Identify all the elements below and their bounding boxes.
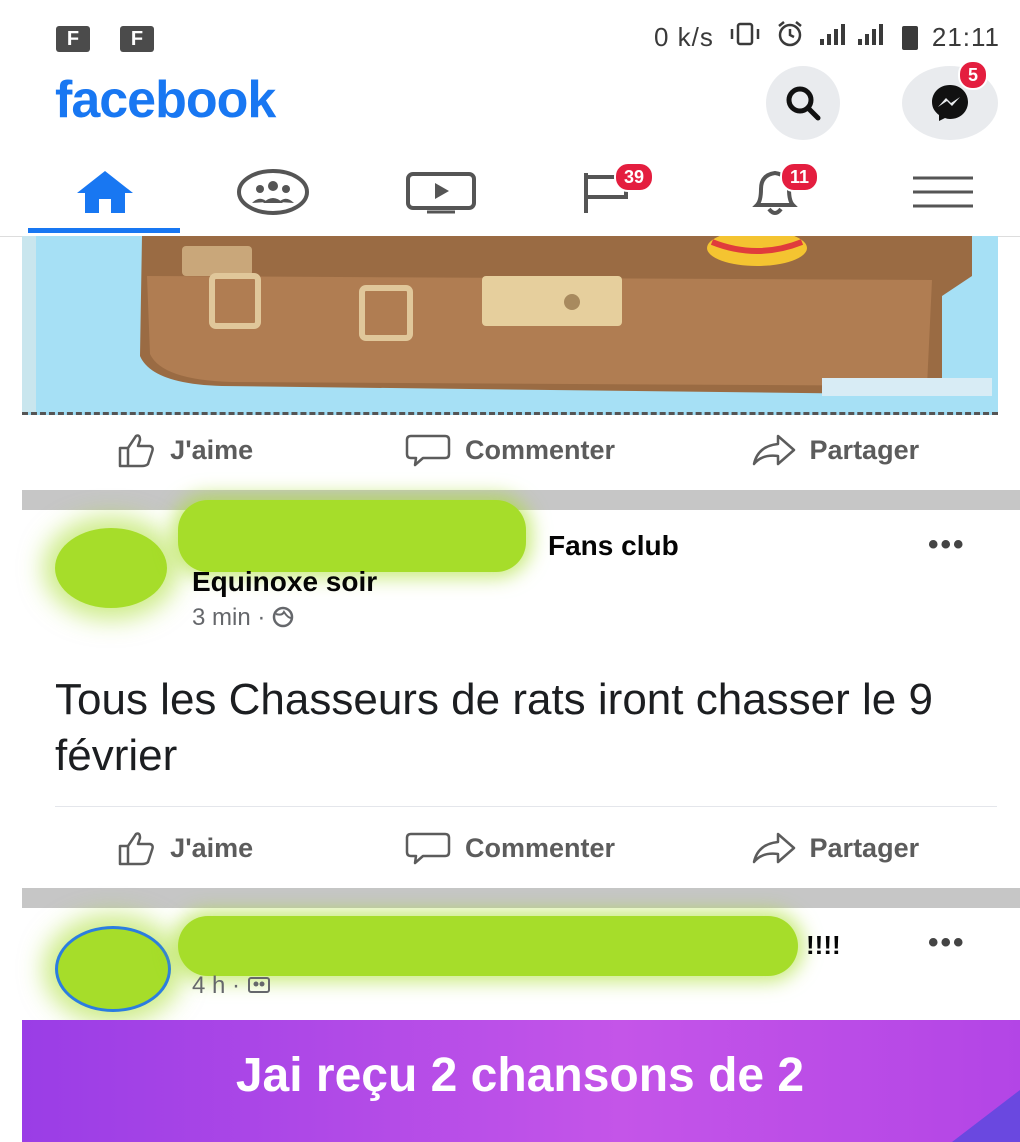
share-button[interactable]: Partager	[673, 830, 998, 866]
share-label: Partager	[809, 434, 920, 465]
more-options-icon[interactable]: •••	[928, 528, 966, 562]
post-time: 4 h	[192, 972, 226, 999]
avatar[interactable]	[55, 528, 167, 608]
comment-label: Commenter	[464, 434, 615, 465]
tab-home[interactable]	[20, 148, 190, 236]
more-options-icon[interactable]: •••	[928, 926, 966, 960]
share-label: Partager	[809, 832, 920, 863]
post-meta: 4 h ·	[192, 972, 271, 1000]
friends-icon	[247, 977, 270, 993]
network-speed: 0 k/s	[653, 22, 714, 52]
post-image[interactable]	[22, 236, 998, 415]
vibrate-icon	[728, 21, 762, 54]
home-icon	[77, 171, 133, 213]
search-icon	[786, 86, 821, 121]
comment-label: Commenter	[464, 832, 615, 863]
groups-icon	[237, 169, 309, 215]
thumbs-up-icon	[118, 832, 155, 866]
like-button[interactable]: J'aime	[22, 830, 347, 866]
facebook-logo[interactable]: facebook	[55, 70, 276, 130]
messenger-button[interactable]: 5	[902, 60, 998, 140]
suitcase-illustration	[22, 236, 998, 412]
group-name[interactable]: Fans club	[548, 530, 679, 562]
facebook-notification-icon: F	[120, 26, 154, 52]
tab-watch[interactable]	[356, 148, 526, 236]
menu-icon	[913, 176, 973, 208]
tab-pages[interactable]: 39	[526, 148, 696, 236]
post-separator	[22, 490, 1020, 510]
avatar[interactable]	[55, 926, 171, 1012]
author-name[interactable]: Equinoxe soir	[192, 566, 377, 598]
facebook-notification-icon: F	[56, 26, 90, 52]
clock: 21:11	[931, 22, 1000, 52]
post-meta: 3 min ·	[192, 604, 294, 632]
post-time: 3 min	[192, 604, 251, 631]
like-label: J'aime	[170, 434, 254, 465]
share-icon	[752, 434, 795, 466]
share-icon	[752, 832, 795, 864]
post-body: Tous les Chasseurs de rats iront chasser…	[55, 675, 933, 780]
comment-button[interactable]: Commenter	[347, 830, 672, 866]
globe-icon	[272, 606, 294, 628]
messenger-badge: 5	[958, 60, 989, 90]
pages-badge: 39	[614, 162, 655, 192]
tab-groups[interactable]	[188, 148, 358, 236]
nav-tabs: 39 11	[0, 148, 1020, 237]
status-bar: F F 0 k/s 21:11	[0, 0, 1020, 70]
post-separator	[22, 888, 1020, 908]
thumbs-up-icon	[118, 434, 155, 468]
actions-divider	[55, 806, 997, 807]
like-button[interactable]: J'aime	[22, 432, 347, 468]
comment-icon	[405, 434, 451, 467]
like-label: J'aime	[170, 832, 254, 863]
alarm-icon	[776, 20, 804, 55]
battery-icon	[901, 25, 918, 50]
redacted-title	[178, 916, 798, 976]
post-title-suffix: !!!!	[806, 930, 841, 960]
comment-button[interactable]: Commenter	[347, 432, 672, 468]
watch-icon	[406, 172, 476, 214]
notifications-badge: 11	[780, 162, 820, 192]
search-button[interactable]	[766, 66, 840, 140]
share-button[interactable]: Partager	[673, 432, 998, 468]
post-actions: J'aime Commenter Partager	[22, 812, 998, 884]
status-right: 0 k/s 21:11	[654, 20, 1000, 55]
redacted-name	[178, 500, 526, 572]
post-actions: J'aime Commenter Partager	[22, 414, 998, 486]
comment-icon	[405, 832, 451, 865]
tab-notifications[interactable]: 11	[690, 148, 860, 236]
banner-text: Jai reçu 2 chansons de 2	[235, 1049, 805, 1102]
tab-menu[interactable]	[858, 148, 1020, 236]
active-tab-indicator	[28, 228, 180, 233]
signal-icon	[818, 21, 888, 54]
